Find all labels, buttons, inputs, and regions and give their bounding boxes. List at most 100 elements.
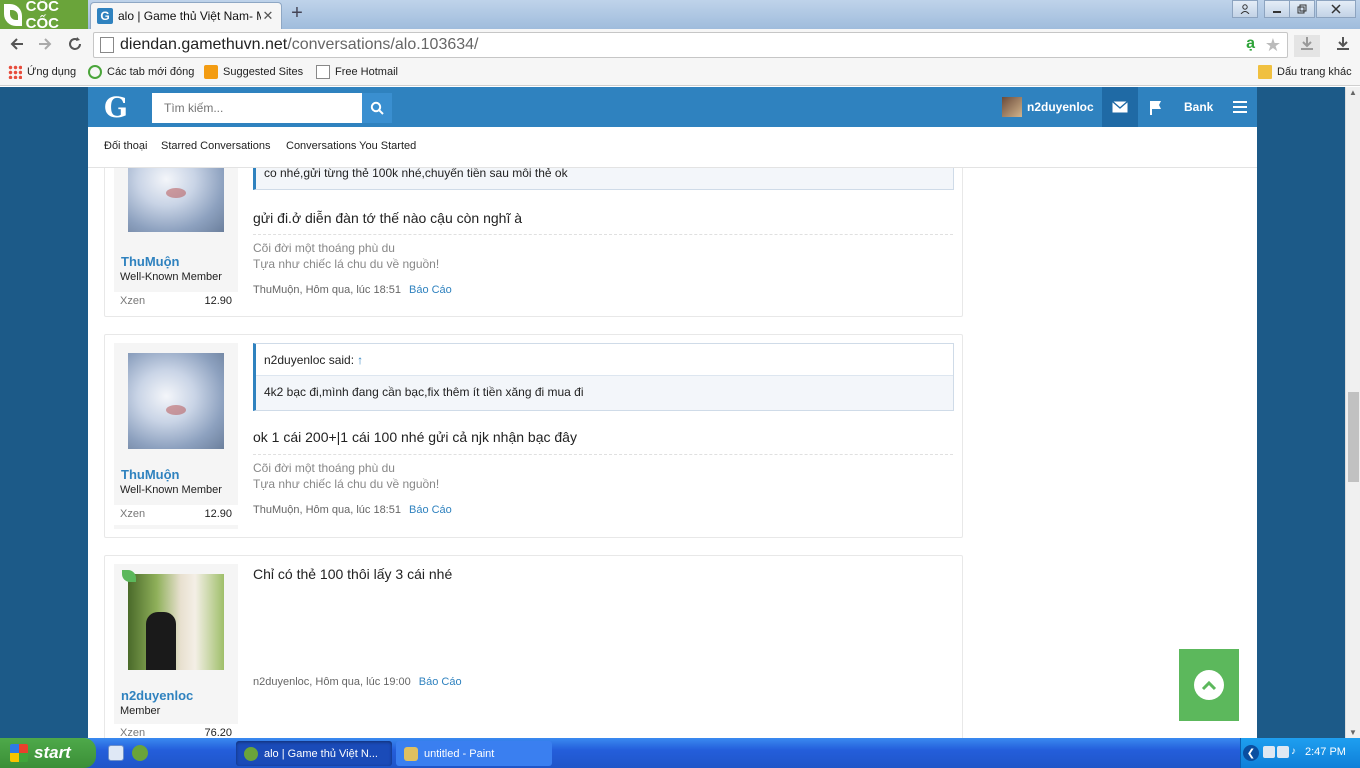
bookmark-other[interactable]: Dấu trang khác — [1258, 65, 1352, 79]
message-list: ThuMuộn Well-Known Member Xzen 12.90 co … — [104, 87, 963, 738]
alerts-button[interactable] — [1144, 87, 1168, 127]
message-text: gửi đi.ở diễn đàn tớ thế nào cậu còn ngh… — [253, 210, 523, 226]
avatar[interactable] — [128, 353, 224, 449]
address-bar-row: diendan.gamethuvn.net/conversations/alo.… — [0, 29, 1360, 61]
search-icon — [370, 101, 384, 115]
bookmark-star-icon[interactable]: ★ — [1265, 35, 1281, 56]
search-input[interactable] — [152, 93, 362, 123]
inbox-button[interactable] — [1102, 87, 1138, 127]
xzen-row: Xzen 12.90 — [114, 505, 238, 525]
menu-button[interactable] — [1228, 87, 1252, 127]
subnav-started[interactable]: Conversations You Started — [286, 140, 416, 152]
bookmark-suggested-sites[interactable]: Suggested Sites — [204, 65, 303, 79]
bank-link[interactable]: Bank — [1184, 87, 1213, 127]
suggested-sites-icon — [204, 65, 218, 79]
quote-jump-arrow-icon[interactable]: ↑ — [357, 353, 363, 367]
start-button[interactable]: start — [0, 738, 96, 768]
folder-icon — [1258, 65, 1272, 79]
paint-icon — [404, 746, 418, 761]
quicklaunch-coccoc-icon[interactable] — [132, 745, 148, 761]
forward-arrow-icon[interactable] — [34, 35, 56, 55]
taskbar-item-paint[interactable]: untitled - Paint — [396, 741, 552, 766]
scrollbar-thumb[interactable] — [1348, 392, 1359, 482]
tray-display-icon[interactable] — [1277, 746, 1289, 758]
bookmark-free-hotmail[interactable]: Free Hotmail — [316, 65, 398, 79]
report-link[interactable]: Báo Cáo — [419, 676, 462, 688]
subnav-conversations[interactable]: Đối thoại — [104, 140, 147, 152]
bookmark-recent-tabs[interactable]: Các tab mới đóng — [88, 65, 194, 79]
bookmarks-bar: Ứng dụng Các tab mới đóng Suggested Site… — [0, 61, 1360, 86]
taskbar-clock[interactable]: 2:47 PM — [1305, 746, 1346, 758]
url-text: diendan.gamethuvn.net/conversations/alo.… — [120, 36, 479, 53]
flag-icon — [1150, 100, 1161, 115]
nav-username: n2duyenloc — [1027, 100, 1094, 114]
tray-volume-icon[interactable]: ♪ — [1291, 746, 1303, 758]
downloads-icon[interactable] — [1330, 35, 1356, 57]
site-logo[interactable]: G — [104, 91, 128, 124]
message-author-date: ThuMuộn, Hôm qua, lúc 18:51 — [253, 504, 401, 516]
restore-button[interactable] — [1289, 0, 1315, 18]
tray-network-icon[interactable] — [1263, 746, 1275, 758]
download-video-icon[interactable] — [1294, 35, 1320, 57]
message-meta: ThuMuộn, Hôm qua, lúc 18:51 Báo Cáo — [253, 504, 452, 516]
page-icon — [100, 37, 114, 53]
back-arrow-icon[interactable] — [6, 35, 28, 55]
site-favicon-icon: G — [97, 8, 113, 24]
quote-header: n2duyenloc said: ↑ — [256, 344, 953, 376]
back-to-top-button[interactable] — [1179, 649, 1239, 721]
coccoc-icon — [244, 746, 258, 761]
xzen-value: 76.20 — [204, 727, 232, 738]
url-bar[interactable]: diendan.gamethuvn.net/conversations/alo.… — [93, 32, 1288, 58]
tray-expand-icon[interactable]: ❮ — [1243, 745, 1259, 761]
message-author-date: n2duyenloc, Hôm qua, lúc 19:00 — [253, 676, 411, 688]
browser-tab-active[interactable]: G alo | Game thủ Việt Nam- MU ✕ — [90, 2, 282, 29]
browser-brand: CỐC CỐC — [25, 0, 59, 32]
reload-icon[interactable] — [64, 35, 86, 55]
taskbar-item-browser[interactable]: alo | Game thủ Việt N... — [236, 741, 392, 766]
scroll-up-arrow-icon[interactable]: ▲ — [1349, 88, 1357, 97]
online-leaf-icon — [122, 570, 136, 582]
report-link[interactable]: Báo Cáo — [409, 504, 452, 516]
hamburger-icon — [1233, 101, 1247, 113]
profile-icon[interactable] — [1232, 0, 1258, 18]
message-user-info: n2duyenloc Member Xzen 76.20 — [114, 564, 238, 738]
web-page: ThuMuộn Well-Known Member Xzen 12.90 co … — [0, 87, 1345, 738]
recent-tabs-icon — [88, 65, 102, 79]
page-scrollbar[interactable]: ▲ ▼ — [1345, 87, 1360, 738]
message-username[interactable]: ThuMuộn — [121, 254, 179, 269]
nav-user-menu[interactable]: n2duyenloc — [1002, 87, 1094, 127]
xzen-row: Xzen 76.20 — [114, 724, 238, 738]
conversation-subnav: Đối thoại Starred Conversations Conversa… — [88, 127, 1257, 168]
subnav-starred[interactable]: Starred Conversations — [161, 140, 270, 152]
bookmark-apps[interactable]: Ứng dụng — [8, 65, 76, 79]
message-text: ok 1 cái 200+|1 cái 100 nhé gửi cả njk n… — [253, 429, 577, 445]
minimize-button[interactable] — [1264, 0, 1290, 18]
report-link[interactable]: Báo Cáo — [409, 284, 452, 296]
forum-content: ThuMuộn Well-Known Member Xzen 12.90 co … — [88, 87, 1257, 738]
signature-divider — [253, 454, 953, 455]
message-username[interactable]: ThuMuộn — [121, 467, 179, 482]
coccoc-a-icon[interactable]: ạ — [1246, 35, 1255, 53]
xzen-label: Xzen — [120, 508, 146, 520]
chevron-up-icon — [1194, 670, 1224, 700]
xzen-value: 12.90 — [204, 295, 232, 307]
new-tab-button[interactable]: + — [286, 3, 308, 24]
signature-line: Tựa như chiếc lá chu du về nguồn! — [253, 477, 440, 491]
nav-avatar — [1002, 97, 1022, 117]
message-usertitle: Well-Known Member — [120, 484, 222, 496]
tab-close-icon[interactable]: ✕ — [261, 8, 275, 24]
message-meta: ThuMuộn, Hôm qua, lúc 18:51 Báo Cáo — [253, 284, 452, 296]
close-window-button[interactable] — [1316, 0, 1356, 18]
message-meta: n2duyenloc, Hôm qua, lúc 19:00 Báo Cáo — [253, 676, 462, 688]
coccoc-logo[interactable]: CỐC CỐC — [0, 0, 88, 32]
tab-title: alo | Game thủ Việt Nam- MU — [118, 9, 261, 23]
search-button[interactable] — [362, 93, 392, 123]
xzen-label: Xzen — [120, 295, 146, 307]
avatar[interactable] — [122, 570, 224, 670]
xzen-row: Xzen 12.90 — [114, 292, 238, 312]
message-username[interactable]: n2duyenloc — [121, 688, 193, 703]
page-icon — [316, 65, 330, 79]
message-item: ThuMuộn Well-Known Member Xzen 12.90 n2d… — [104, 334, 963, 538]
scroll-down-arrow-icon[interactable]: ▼ — [1349, 728, 1357, 737]
quicklaunch-ie-icon[interactable] — [108, 745, 124, 761]
